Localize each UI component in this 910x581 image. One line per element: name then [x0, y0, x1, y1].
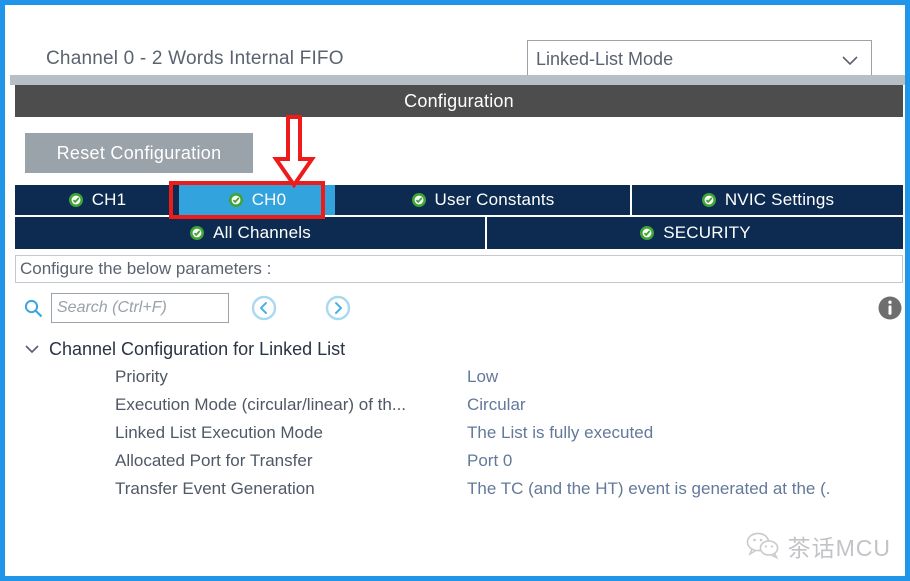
parameter-value: The List is fully executed: [467, 423, 654, 442]
parameter-name: Transfer Event Generation: [115, 479, 315, 498]
watermark-text: 茶话MCU: [787, 535, 891, 561]
tab-label: SECURITY: [663, 223, 751, 242]
tab-security[interactable]: SECURITY: [485, 217, 903, 249]
down-arrow-annotation: [270, 115, 318, 189]
configure-parameters-label: Configure the below parameters :: [20, 259, 272, 278]
info-icon[interactable]: [877, 295, 903, 321]
stm32-dma-config-window: Channel 0 - 2 Words Internal FIFO Linked…: [0, 0, 910, 581]
search-icon: [23, 298, 43, 318]
channel-title: Channel 0 - 2 Words Internal FIFO: [46, 48, 344, 69]
channel-header: Channel 0 - 2 Words Internal FIFO Linked…: [10, 10, 905, 78]
search-input-wrapper[interactable]: [51, 293, 229, 323]
tab-row-secondary: All Channels SECURITY: [15, 217, 903, 249]
green-check-icon: [411, 192, 427, 208]
green-check-icon: [68, 192, 84, 208]
tab-ch0[interactable]: CH0: [179, 185, 335, 215]
table-row[interactable]: Linked List Execution Mode The List is f…: [15, 419, 903, 447]
parameter-value: Low: [467, 367, 499, 386]
tab-row-primary: CH1 CH0 User Constants NVIC Settings: [15, 185, 903, 215]
header-divider: [10, 75, 905, 85]
parameter-name: Priority: [115, 367, 168, 386]
parameter-value: Circular: [467, 395, 526, 414]
tree-group-label: Channel Configuration for Linked List: [49, 338, 346, 359]
chevron-down-icon: [841, 52, 859, 70]
green-check-icon: [228, 192, 244, 208]
parameter-name: Execution Mode (circular/linear) of th..…: [115, 395, 407, 414]
tab-label: All Channels: [213, 223, 311, 242]
green-check-icon: [701, 192, 717, 208]
green-check-icon: [189, 225, 205, 241]
search-input[interactable]: [52, 294, 228, 322]
parameter-value: Port 0: [467, 451, 513, 470]
tree-group-header[interactable]: Channel Configuration for Linked List: [15, 335, 903, 363]
tab-label: NVIC Settings: [724, 190, 835, 209]
tab-ch1[interactable]: CH1: [15, 185, 179, 215]
tab-label: User Constants: [434, 190, 555, 209]
tab-label: CH0: [251, 190, 287, 209]
table-row[interactable]: Allocated Port for Transfer Port 0: [15, 447, 903, 475]
parameter-tree: Channel Configuration for Linked List Pr…: [15, 335, 903, 503]
mode-select-value: Linked-List Mode: [536, 49, 674, 69]
table-row[interactable]: Transfer Event Generation The TC (and th…: [15, 475, 903, 503]
mode-select[interactable]: Linked-List Mode: [527, 40, 872, 78]
tab-nvic-settings[interactable]: NVIC Settings: [630, 185, 903, 215]
reset-configuration-button[interactable]: Reset Configuration: [25, 133, 253, 173]
search-prev-button[interactable]: [251, 295, 277, 321]
search-toolbar: [15, 287, 903, 331]
parameter-name: Allocated Port for Transfer: [115, 451, 313, 470]
green-check-icon: [639, 225, 655, 241]
table-row[interactable]: Priority Low: [15, 363, 903, 391]
configuration-title-bar: Configuration: [15, 85, 903, 117]
tab-user-constants[interactable]: User Constants: [335, 185, 630, 215]
search-next-button[interactable]: [325, 295, 351, 321]
configure-parameters-bar: Configure the below parameters :: [15, 255, 903, 283]
watermark: 茶话MCU: [746, 528, 891, 564]
table-row[interactable]: Execution Mode (circular/linear) of th..…: [15, 391, 903, 419]
parameter-name: Linked List Execution Mode: [115, 423, 323, 442]
chevron-down-icon[interactable]: [21, 338, 43, 360]
tab-all-channels[interactable]: All Channels: [15, 217, 485, 249]
parameter-value: The TC (and the HT) event is generated a…: [467, 479, 831, 498]
wechat-icon: [746, 531, 780, 561]
tab-label: CH1: [91, 190, 127, 209]
